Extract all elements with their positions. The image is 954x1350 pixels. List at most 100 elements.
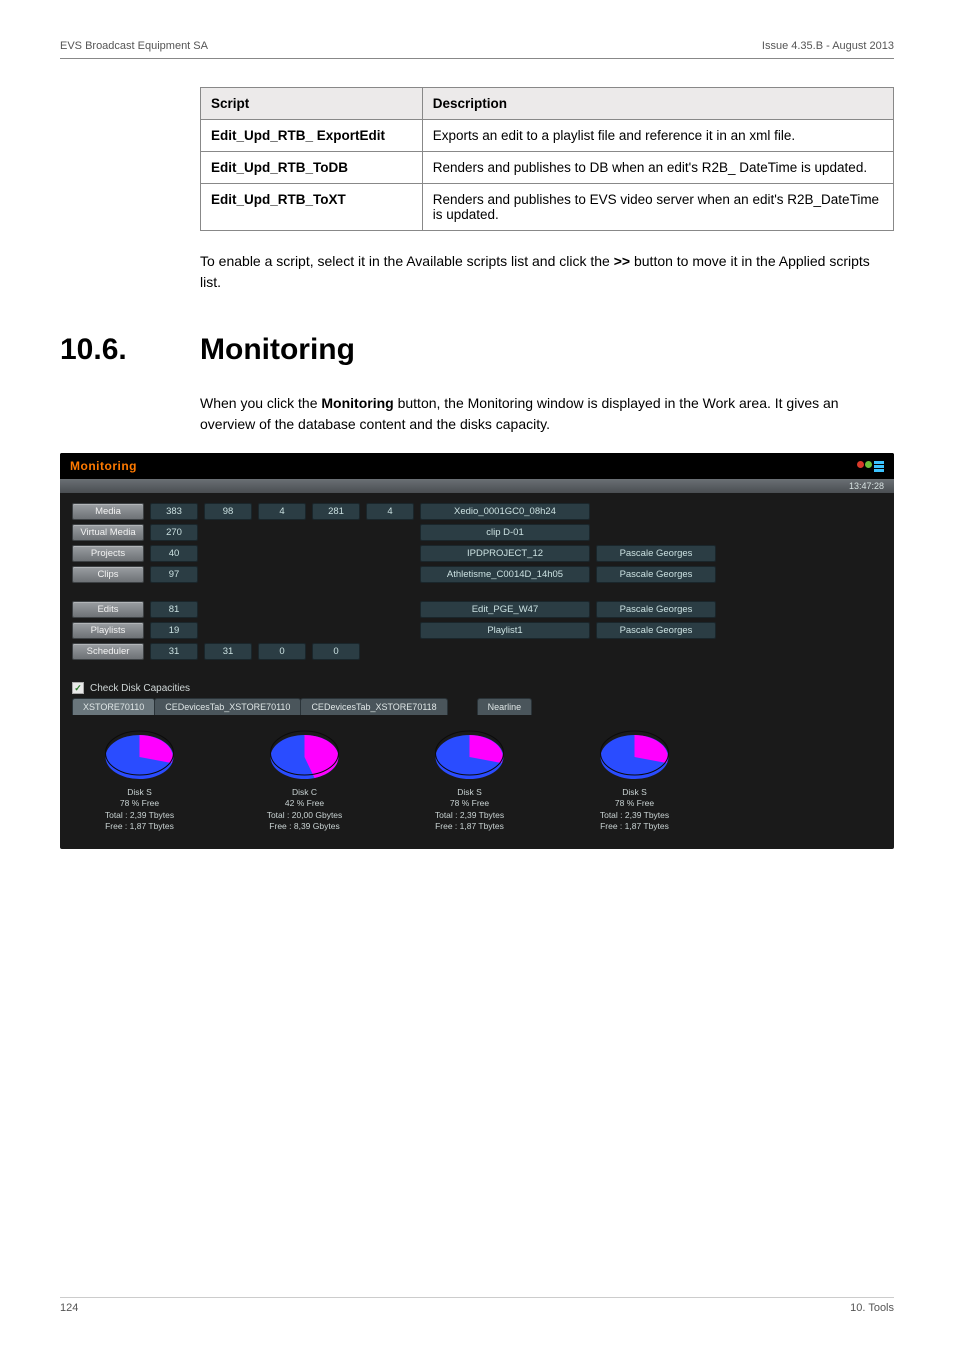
th-description: Description [422, 88, 893, 120]
disk-free: Free : 1,87 Tbytes [402, 821, 537, 832]
user-box: Pascale Georges [596, 622, 716, 639]
disk-free-pct: 78 % Free [402, 798, 537, 809]
check-disk-capacities-row: ✓ Check Disk Capacities [72, 682, 882, 694]
scheduler-button[interactable]: Scheduler [72, 643, 144, 660]
monitoring-toolbar: 13:47:28 [60, 479, 894, 493]
row-edits: Edits 81 Edit_PGE_W47 Pascale Georges [72, 601, 882, 618]
text: To enable a script, select it in the Ava… [200, 253, 614, 269]
disk-free-pct: 42 % Free [237, 798, 372, 809]
row-projects: Projects 40 IPDPROJECT_12 Pascale George… [72, 545, 882, 562]
section-title: Monitoring [200, 333, 355, 367]
disk-card: Disk C 42 % Free Total : 20,00 Gbytes Fr… [237, 723, 372, 833]
disk-free: Free : 1,87 Tbytes [567, 821, 702, 832]
disk-text: Disk C 42 % Free Total : 20,00 Gbytes Fr… [237, 787, 372, 833]
value-box: 0 [258, 643, 306, 660]
section-number: 10.6. [60, 333, 200, 367]
value-box: 0 [312, 643, 360, 660]
table-row: Edit_Upd_RTB_ToXT Renders and publishes … [201, 184, 894, 231]
disk-title: Disk C [237, 787, 372, 798]
name-box: IPDPROJECT_12 [420, 545, 590, 562]
disk-total: Total : 2,39 Tbytes [402, 810, 537, 821]
check-disk-capacities-label: Check Disk Capacities [90, 683, 190, 694]
playlists-button[interactable]: Playlists [72, 622, 144, 639]
clock-label: 13:47:28 [849, 479, 884, 493]
value-box: 281 [312, 503, 360, 520]
disk-pie-icon [237, 723, 372, 783]
row-playlists: Playlists 19 Playlist1 Pascale Georges [72, 622, 882, 639]
user-box: Pascale Georges [596, 545, 716, 562]
row-clips: Clips 97 Athletisme_C0014D_14h05 Pascale… [72, 566, 882, 583]
row-scheduler: Scheduler 31 31 0 0 [72, 643, 882, 660]
disk-total: Total : 20,00 Gbytes [237, 810, 372, 821]
page-footer: 124 10. Tools [60, 1297, 894, 1314]
disk-title: Disk S [72, 787, 207, 798]
row-media: Media 383 98 4 281 4 Xedio_0001GC0_08h24 [72, 503, 882, 520]
clips-button[interactable]: Clips [72, 566, 144, 583]
section-heading: 10.6. Monitoring [60, 333, 894, 367]
projects-button[interactable]: Projects [72, 545, 144, 562]
disk-free: Free : 1,87 Tbytes [72, 821, 207, 832]
disk-card: Disk S 78 % Free Total : 2,39 Tbytes Fre… [567, 723, 702, 833]
value-box: 19 [150, 622, 198, 639]
header-left: EVS Broadcast Equipment SA [60, 40, 208, 52]
disk-pie-icon [567, 723, 702, 783]
table-row: Edit_Upd_RTB_ ExportEdit Exports an edit… [201, 120, 894, 152]
value-box: 4 [366, 503, 414, 520]
app-icon [857, 461, 884, 472]
cell-script: Edit_Upd_RTB_ToDB [201, 152, 423, 184]
tab-nearline[interactable]: Nearline [477, 698, 533, 715]
tab-cedevices-70118[interactable]: CEDevicesTab_XSTORE70118 [300, 698, 447, 715]
edits-button[interactable]: Edits [72, 601, 144, 618]
disk-card: Disk S 78 % Free Total : 2,39 Tbytes Fre… [72, 723, 207, 833]
enable-script-paragraph: To enable a script, select it in the Ava… [200, 251, 894, 293]
disk-tabs: XSTORE70110 CEDevicesTab_XSTORE70110 CED… [72, 698, 882, 715]
value-box: 81 [150, 601, 198, 618]
media-button[interactable]: Media [72, 503, 144, 520]
value-box: 98 [204, 503, 252, 520]
text: When you click the [200, 395, 321, 411]
disk-title: Disk S [567, 787, 702, 798]
value-box: 383 [150, 503, 198, 520]
page-header: EVS Broadcast Equipment SA Issue 4.35.B … [60, 40, 894, 59]
footer-section: 10. Tools [850, 1302, 894, 1314]
row-virtual-media: Virtual Media 270 clip D-01 [72, 524, 882, 541]
name-box: Athletisme_C0014D_14h05 [420, 566, 590, 583]
bold-text: >> [614, 253, 630, 269]
value-box: 31 [150, 643, 198, 660]
page-number: 124 [60, 1302, 78, 1314]
disk-pie-icon [402, 723, 537, 783]
disk-title: Disk S [402, 787, 537, 798]
name-box: Playlist1 [420, 622, 590, 639]
value-box: 31 [204, 643, 252, 660]
disk-card: Disk S 78 % Free Total : 2,39 Tbytes Fre… [402, 723, 537, 833]
virtual-media-button[interactable]: Virtual Media [72, 524, 144, 541]
disk-pie-icon [72, 723, 207, 783]
value-box: 97 [150, 566, 198, 583]
disk-text: Disk S 78 % Free Total : 2,39 Tbytes Fre… [72, 787, 207, 833]
check-disk-capacities-checkbox[interactable]: ✓ [72, 682, 84, 694]
value-box: 270 [150, 524, 198, 541]
tab-xstore70110[interactable]: XSTORE70110 [72, 698, 155, 715]
cell-script: Edit_Upd_RTB_ ExportEdit [201, 120, 423, 152]
table-row: Edit_Upd_RTB_ToDB Renders and publishes … [201, 152, 894, 184]
disk-total: Total : 2,39 Tbytes [72, 810, 207, 821]
user-box: Pascale Georges [596, 601, 716, 618]
name-box: Xedio_0001GC0_08h24 [420, 503, 590, 520]
user-box: Pascale Georges [596, 566, 716, 583]
disk-text: Disk S 78 % Free Total : 2,39 Tbytes Fre… [567, 787, 702, 833]
header-right: Issue 4.35.B - August 2013 [762, 40, 894, 52]
disk-text: Disk S 78 % Free Total : 2,39 Tbytes Fre… [402, 787, 537, 833]
disk-free-pct: 78 % Free [567, 798, 702, 809]
cell-script: Edit_Upd_RTB_ToXT [201, 184, 423, 231]
value-box: 4 [258, 503, 306, 520]
disk-free: Free : 8,39 Gbytes [237, 821, 372, 832]
scripts-table: Script Description Edit_Upd_RTB_ ExportE… [200, 87, 894, 231]
name-box: clip D-01 [420, 524, 590, 541]
disk-total: Total : 2,39 Tbytes [567, 810, 702, 821]
monitoring-titlebar: Monitoring [60, 453, 894, 479]
cell-desc: Renders and publishes to EVS video serve… [422, 184, 893, 231]
th-script: Script [201, 88, 423, 120]
disk-row: Disk S 78 % Free Total : 2,39 Tbytes Fre… [72, 717, 882, 833]
disk-free-pct: 78 % Free [72, 798, 207, 809]
tab-cedevices-70110[interactable]: CEDevicesTab_XSTORE70110 [154, 698, 301, 715]
